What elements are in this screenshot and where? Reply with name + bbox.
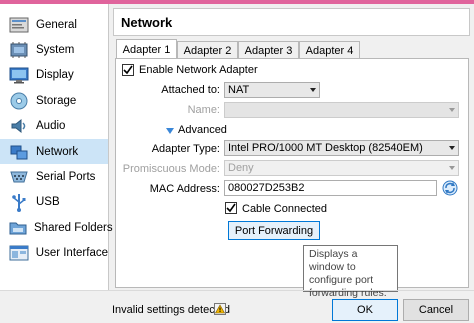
mac-address-value: 080027D253B2 [228, 182, 305, 194]
sidebar-item-label: User Interface [35, 246, 108, 259]
name-select[interactable] [224, 102, 459, 118]
warning-icon[interactable] [214, 303, 226, 318]
sidebar-item-audio[interactable]: Audio [0, 113, 108, 138]
chevron-down-icon [449, 166, 455, 170]
cable-connected-checkbox[interactable] [225, 202, 237, 214]
cancel-button[interactable]: Cancel [403, 299, 469, 321]
advanced-toggle-arrow-icon[interactable] [166, 126, 175, 138]
page-title: Network [121, 15, 173, 30]
port-forwarding-tooltip: Displays a window to configure port forw… [303, 245, 398, 299]
sidebar-item-shared-folders[interactable]: Shared Folders [0, 215, 113, 240]
shared-folders-icon [8, 217, 28, 239]
promiscuous-mode-value: Deny [228, 162, 254, 174]
enable-adapter-checkbox[interactable] [122, 64, 134, 76]
advanced-toggle-label[interactable]: Advanced [178, 124, 227, 136]
status-text: Invalid settings detected [112, 304, 231, 316]
storage-icon [8, 90, 30, 112]
chevron-down-icon [310, 88, 316, 92]
footer-divider [0, 290, 474, 291]
usb-icon [8, 191, 30, 213]
attached-to-select[interactable]: NAT [224, 82, 320, 98]
sidebar-item-display[interactable]: Display [0, 62, 108, 87]
sidebar-item-label: General [36, 18, 77, 31]
display-icon [8, 64, 30, 86]
adapter-type-label: Adapter Type: [151, 143, 220, 155]
checkmark-icon [226, 203, 236, 213]
sidebar-item-storage[interactable]: Storage [0, 88, 108, 113]
serial-ports-icon [8, 166, 30, 188]
attached-to-value: NAT [228, 84, 250, 96]
page-title-bar: Network [113, 8, 470, 36]
network-icon [8, 141, 30, 163]
sidebar-item-usb[interactable]: USB [0, 189, 108, 214]
checkmark-icon [123, 65, 133, 75]
adapter-type-value: Intel PRO/1000 MT Desktop (82540EM) [228, 142, 423, 154]
refresh-mac-icon[interactable] [442, 180, 458, 199]
sidebar-item-system[interactable]: System [0, 37, 108, 62]
enable-adapter-label: Enable Network Adapter [139, 64, 258, 76]
chevron-down-icon [449, 146, 455, 150]
mac-address-label: MAC Address: [149, 183, 220, 195]
sidebar-item-serial-ports[interactable]: Serial Ports [0, 164, 108, 189]
ok-button[interactable]: OK [332, 299, 398, 321]
port-forwarding-button[interactable]: Port Forwarding [228, 221, 320, 240]
name-label: Name: [187, 104, 220, 116]
tab-adapter-2[interactable]: Adapter 2 [177, 41, 238, 59]
sidebar-item-general[interactable]: General [0, 12, 108, 37]
settings-sidebar: General System Display Storage Audio Net… [0, 4, 113, 290]
tab-adapter-3[interactable]: Adapter 3 [238, 41, 299, 59]
tab-adapter-1[interactable]: Adapter 1 [116, 39, 177, 59]
sidebar-item-label: Storage [36, 94, 77, 107]
audio-icon [8, 115, 30, 137]
sidebar-item-label: Network [36, 145, 79, 158]
promiscuous-mode-label: Promiscuous Mode: [122, 163, 220, 175]
general-icon [8, 14, 30, 36]
sidebar-item-label: Audio [36, 119, 66, 132]
mac-address-input[interactable]: 080027D253B2 [224, 180, 437, 196]
sidebar-item-user-interface[interactable]: User Interface [0, 240, 108, 265]
sidebar-item-label: Shared Folders [34, 221, 113, 234]
sidebar-item-label: System [36, 43, 75, 56]
attached-to-label: Attached to: [161, 84, 220, 96]
sidebar-item-label: USB [36, 195, 60, 208]
promiscuous-mode-select[interactable]: Deny [224, 160, 459, 176]
tab-adapter-4[interactable]: Adapter 4 [299, 41, 360, 59]
system-icon [8, 39, 30, 61]
sidebar-item-label: Display [36, 68, 74, 81]
adapter-type-select[interactable]: Intel PRO/1000 MT Desktop (82540EM) [224, 140, 459, 156]
user-interface-icon [8, 242, 30, 264]
sidebar-item-label: Serial Ports [36, 170, 96, 183]
sidebar-item-network[interactable]: Network [0, 139, 108, 164]
chevron-down-icon [449, 108, 455, 112]
cable-connected-label: Cable Connected [242, 203, 328, 215]
